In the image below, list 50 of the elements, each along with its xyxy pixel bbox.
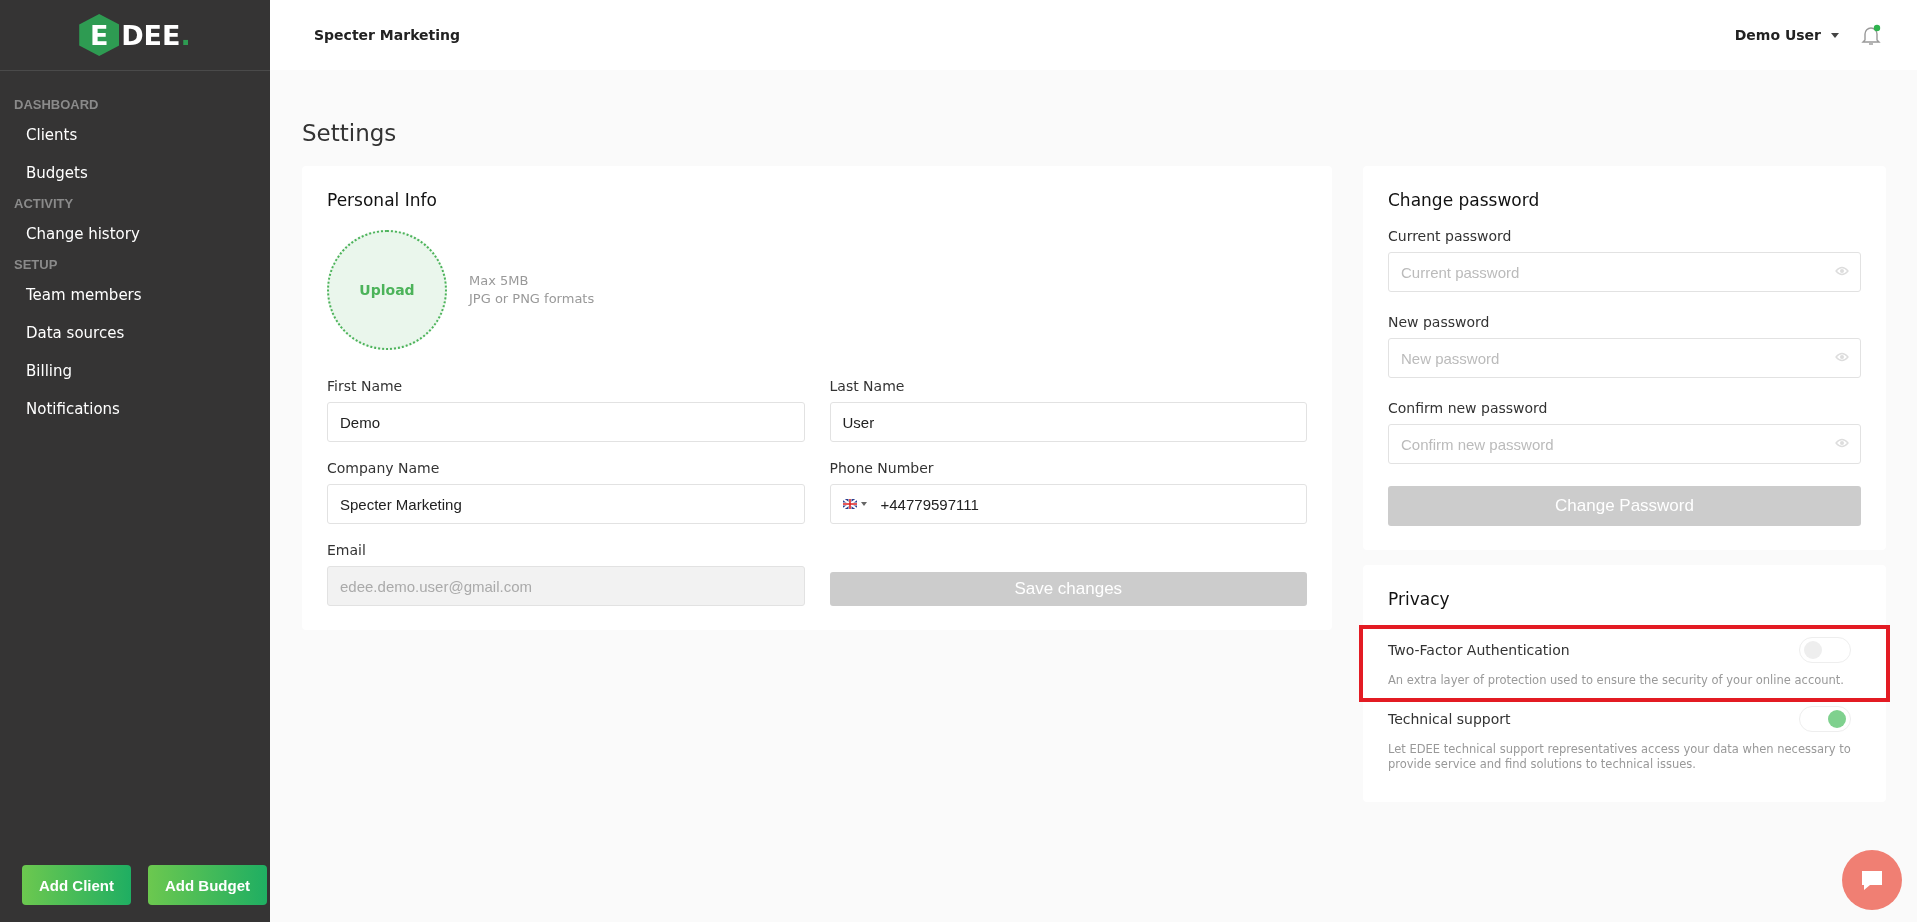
text-field[interactable]: User [829,402,1307,442]
logo-text: DEE [121,19,181,51]
eye-icon[interactable] [1835,438,1849,448]
upload-hint: JPG or PNG formats [469,290,595,308]
eye-icon[interactable] [1835,266,1849,276]
sidebar-item[interactable]: Data sources [0,314,270,352]
upload-hint: Max 5MB [469,272,530,290]
bell-icon[interactable] [1861,24,1881,46]
sidebar-item[interactable]: Notifications [0,390,270,428]
field-label: Current password [1388,228,1513,244]
toggle-switch[interactable] [1799,706,1851,732]
sidebar-item[interactable]: Team members [0,276,270,314]
setting-description: Let EDEE technical support representatives access your data when necessary to provide service and find solutions to technical issues. [1388,742,1852,772]
section-heading: SETUP [13,256,59,274]
card-title: Personal Info [327,190,438,210]
card-title: Privacy [1388,589,1451,609]
setting-description: An extra layer of protection used to ensure the security of your online account. [1388,673,1845,688]
password-field[interactable]: Confirm new password [1388,424,1861,464]
section-heading: ACTIVITY [13,195,75,213]
setting-label: Two-Factor Authentication [1388,642,1570,658]
company-name: Specter Marketing [314,27,462,43]
password-field[interactable]: Current password [1388,252,1861,292]
phone-field[interactable]: +44779597111 [829,484,1307,524]
field-label: New password [1388,314,1491,330]
sidebar-item[interactable]: Change history [0,215,270,253]
chat-button[interactable] [1842,850,1902,910]
logo-dot: . [180,19,191,51]
caret-icon[interactable] [1831,32,1839,38]
password-field[interactable]: New password [1388,338,1861,378]
flag-icon[interactable] [842,499,857,509]
section-heading: DASHBOARD [13,96,100,114]
sidebar-item[interactable]: Clients [0,116,270,154]
sidebar-item[interactable]: Budgets [0,154,270,192]
user-menu[interactable]: Demo User [1734,27,1821,43]
eye-icon[interactable] [1835,352,1849,362]
phone-input[interactable]: +44779597111 [880,495,1294,513]
card-title: Change password [1388,190,1541,210]
text-field[interactable]: Specter Marketing [327,484,805,524]
sidebar-item[interactable]: Billing [0,352,270,390]
field-label: Company Name [327,460,441,476]
field-label: Phone Number [829,460,935,476]
setting-label: Technical support [1388,711,1511,727]
caret-icon[interactable] [860,502,867,506]
field-label: Confirm new password [1388,400,1549,416]
page-title: Settings [302,120,398,146]
field-label: Email [327,542,367,558]
logo-mark: E [79,14,120,56]
field-label: First Name [327,378,404,394]
text-field[interactable]: Demo [327,402,805,442]
field-label: Last Name [829,378,906,394]
